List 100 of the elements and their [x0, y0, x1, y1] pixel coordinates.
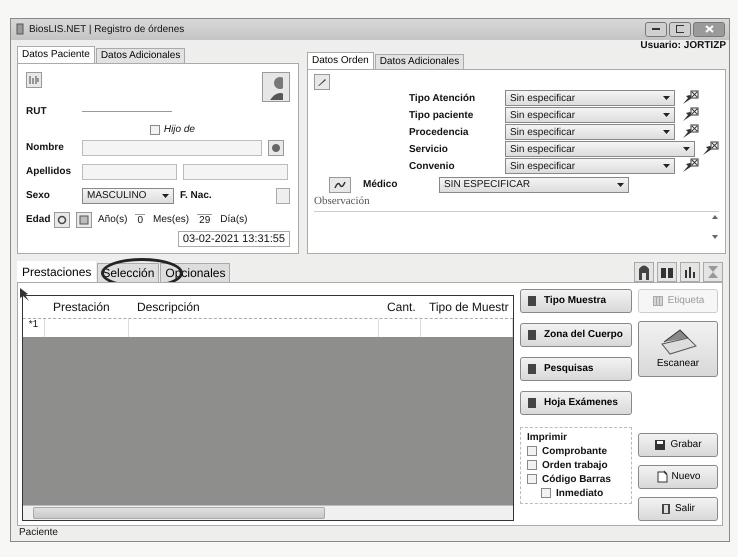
tab[interactable]: Datos Adicionales [96, 48, 186, 63]
chart-icon [683, 264, 697, 279]
field-label: Tipo paciente [409, 110, 474, 121]
action-button[interactable]: Pesquisas [520, 356, 632, 381]
checkbox-label: Hijo de [164, 124, 195, 136]
column-header: Cant. [386, 300, 417, 314]
barcode-icon [652, 294, 664, 307]
pencil-icon [317, 76, 327, 87]
door-icon [660, 502, 671, 515]
field-label: Servicio [409, 144, 449, 155]
refresh-button[interactable] [54, 212, 70, 228]
action-button[interactable]: Escanear [638, 320, 718, 377]
clear-icon[interactable] [681, 124, 699, 140]
column-header: Prestación [52, 300, 111, 314]
search-person-button[interactable] [268, 140, 284, 156]
dropdown[interactable]: SIN ESPECIFICAR [439, 176, 629, 193]
disc-icon [271, 142, 281, 153]
dropdown[interactable]: Sin especificar [505, 90, 675, 106]
checkbox-label: Inmediato [556, 488, 604, 499]
sex-dropdown[interactable]: MASCULINO [82, 188, 174, 204]
column-header: Descripción [136, 300, 201, 314]
field-label: Tipo Atención [409, 92, 476, 104]
field-label: Convenio [409, 160, 456, 172]
tab[interactable]: Selección [97, 262, 160, 282]
checkbox[interactable] [541, 488, 551, 498]
field-label: Apellidos [26, 166, 72, 178]
field-label: Médico [363, 179, 398, 190]
dropdown-arrow-icon [162, 194, 169, 198]
tab[interactable]: Datos Adicionales [374, 54, 464, 69]
checkbox[interactable] [527, 474, 537, 484]
toolbar-button[interactable] [680, 262, 700, 282]
dropdown[interactable]: Sin especificar [505, 107, 675, 124]
status-text: Paciente [19, 526, 58, 538]
toolbar-button[interactable] [634, 262, 654, 282]
field-label: Procedencia [409, 126, 470, 138]
minimize-icon [652, 28, 660, 31]
tab[interactable]: Datos Paciente [17, 46, 95, 63]
age-unit: Año(s) [98, 214, 128, 226]
field-label: Edad [26, 214, 48, 226]
barcode-icon [29, 74, 39, 85]
dropdown[interactable]: Sin especificar [505, 141, 695, 158]
user-label: Usuario: JORTIZP [640, 40, 726, 52]
dropdown-arrow-icon [663, 164, 670, 168]
minimize-button[interactable] [645, 22, 667, 37]
clear-icon[interactable] [701, 141, 719, 158]
action-button[interactable]: Salir [638, 496, 718, 521]
action-button[interactable]: Nuevo [638, 464, 718, 489]
document-icon [656, 470, 668, 484]
toolbar-button[interactable] [657, 262, 677, 282]
age-value: 0 [135, 214, 146, 226]
maximize-icon [676, 25, 684, 34]
field-label: Sexo [26, 190, 51, 202]
dropdown-arrow-icon [663, 96, 670, 100]
doctor-button[interactable] [329, 176, 351, 193]
field-label: F. Nac. [180, 190, 213, 202]
maximize-button[interactable] [669, 22, 691, 37]
field-label: RUT [26, 106, 48, 118]
action-button[interactable]: Grabar [638, 432, 718, 457]
dropdown-arrow-icon [663, 130, 670, 134]
field-label: Nombre [26, 142, 65, 154]
signature-icon [333, 180, 347, 190]
calendar-icon [79, 214, 89, 225]
close-button[interactable] [693, 22, 725, 37]
scanner-icon [658, 328, 698, 356]
group-title: Imprimir [527, 432, 568, 443]
timestamp: 03-02-2021 13:31:55 [178, 230, 290, 247]
name-field[interactable] [82, 140, 262, 156]
action-button[interactable]: Zona del Cuerpo [520, 322, 632, 347]
floppy-icon [654, 438, 666, 451]
checkbox[interactable] [527, 446, 537, 456]
checkbox[interactable] [150, 124, 160, 135]
clear-icon[interactable] [681, 107, 699, 124]
app-icon [15, 23, 25, 36]
action-button[interactable]: Tipo Muestra [520, 288, 632, 313]
surname-field[interactable] [183, 164, 288, 180]
window-title: BiosLIS.NET | Registro de órdenes [29, 24, 186, 35]
column-header: Tipo de Muestr [428, 300, 510, 314]
tab[interactable]: Datos Orden [307, 52, 374, 69]
dropdown[interactable]: Sin especificar [505, 158, 675, 174]
age-unit: Día(s) [220, 214, 248, 226]
edit-button[interactable] [314, 74, 330, 90]
checkbox-label: Orden trabajo [542, 460, 608, 471]
clear-icon[interactable] [681, 158, 699, 174]
horizontal-scrollbar[interactable] [23, 504, 513, 520]
clear-icon[interactable] [681, 90, 699, 106]
card-reader-button[interactable] [26, 72, 42, 88]
close-icon [704, 25, 714, 34]
user-avatar-button[interactable] [262, 72, 290, 102]
dropdown-arrow-icon [617, 182, 624, 187]
age-value: 29 [197, 214, 212, 226]
tab[interactable]: Prestaciones [17, 260, 96, 282]
checkbox-label: Comprobante [542, 446, 607, 457]
checkbox[interactable] [527, 460, 537, 470]
dropdown[interactable]: Sin especificar [505, 124, 675, 140]
calendar-button[interactable] [76, 212, 92, 228]
field-label: Observación [314, 194, 370, 207]
hourglass-icon [707, 264, 719, 279]
surname-field[interactable] [82, 164, 177, 180]
age-unit: Mes(es) [153, 214, 190, 226]
action-button[interactable]: Hoja Exámenes [520, 390, 632, 415]
